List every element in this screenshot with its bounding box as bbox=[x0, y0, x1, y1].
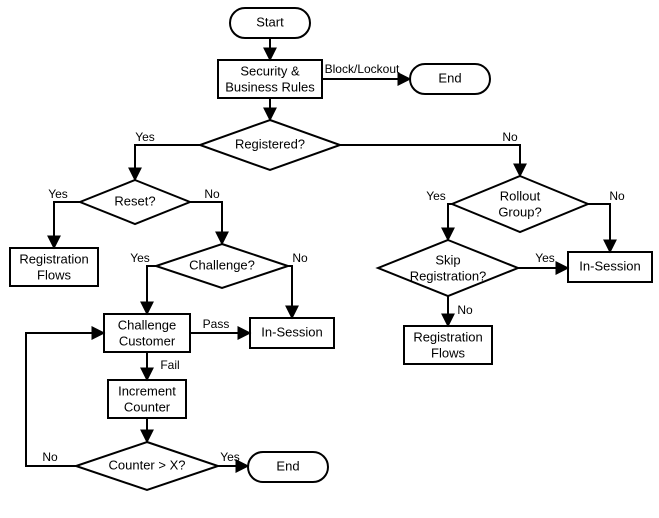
edge-reset-yes bbox=[54, 202, 80, 248]
edge-reg-yes bbox=[135, 145, 200, 180]
reset-label: Reset? bbox=[114, 193, 155, 208]
edge-roll-no bbox=[588, 204, 610, 252]
edge-reset-yes-label: Yes bbox=[48, 187, 68, 201]
rules-label-2: Business Rules bbox=[225, 79, 315, 94]
node-rollout: Rollout Group? bbox=[452, 176, 588, 232]
challenge-cust-l2: Customer bbox=[119, 333, 176, 348]
challenge-cust-l1: Challenge bbox=[118, 317, 177, 332]
challenge-q-label: Challenge? bbox=[189, 257, 255, 272]
node-end-lockout: End bbox=[410, 64, 490, 94]
edge-reg-no-label: No bbox=[502, 130, 518, 144]
edge-chq-no-label: No bbox=[292, 251, 308, 265]
edge-roll-yes-label: Yes bbox=[426, 189, 446, 203]
skip-reg-l1: Skip bbox=[435, 252, 460, 267]
node-rules: Security & Business Rules bbox=[218, 60, 322, 98]
node-registered: Registered? bbox=[200, 120, 340, 170]
start-label: Start bbox=[256, 14, 284, 29]
edge-chq-yes-label: Yes bbox=[130, 251, 150, 265]
regflows-right-l1: Registration bbox=[413, 329, 482, 344]
node-insession-left: In-Session bbox=[250, 318, 334, 348]
rollout-l2: Group? bbox=[498, 204, 541, 219]
edge-reg-yes-label: Yes bbox=[135, 130, 155, 144]
edge-chq-no bbox=[288, 266, 292, 318]
end-counter-label: End bbox=[276, 458, 299, 473]
edge-chq-yes bbox=[147, 266, 156, 314]
edge-reset-no-label: No bbox=[204, 187, 220, 201]
edge-cc-fail-label: Fail bbox=[160, 358, 179, 372]
node-insession-right: In-Session bbox=[568, 252, 652, 282]
node-inc-counter: Increment Counter bbox=[108, 380, 186, 418]
inc-counter-l1: Increment bbox=[118, 383, 176, 398]
skip-reg-l2: Registration? bbox=[410, 268, 487, 283]
node-counter-x: Counter > X? bbox=[76, 442, 218, 490]
counter-x-label: Counter > X? bbox=[109, 457, 186, 472]
edge-roll-yes bbox=[448, 204, 452, 240]
regflows-right-l2: Flows bbox=[431, 345, 465, 360]
edge-skip-no-label: No bbox=[457, 303, 473, 317]
node-regflows-right: Registration Flows bbox=[404, 326, 492, 364]
rollout-l1: Rollout bbox=[500, 188, 541, 203]
node-start: Start bbox=[230, 8, 310, 38]
edge-rules-end-label: Block/Lockout bbox=[325, 62, 400, 76]
node-reset: Reset? bbox=[80, 180, 190, 224]
flowchart: Start Security & Business Rules End Regi… bbox=[0, 0, 659, 518]
node-regflows-left: Registration Flows bbox=[10, 248, 98, 286]
node-skip-reg: Skip Registration? bbox=[378, 240, 518, 296]
node-end-counter: End bbox=[248, 452, 328, 482]
inc-counter-l2: Counter bbox=[124, 399, 171, 414]
edge-ctr-no bbox=[26, 333, 104, 466]
insession-right-label: In-Session bbox=[579, 258, 640, 273]
edge-skip-yes-label: Yes bbox=[535, 251, 555, 265]
node-challenge-q: Challenge? bbox=[156, 244, 288, 288]
registered-label: Registered? bbox=[235, 136, 305, 151]
edge-ctr-no-label: No bbox=[42, 450, 58, 464]
edge-ctr-yes-label: Yes bbox=[220, 450, 240, 464]
regflows-left-l2: Flows bbox=[37, 267, 71, 282]
node-challenge-cust: Challenge Customer bbox=[104, 314, 190, 352]
edge-reset-no bbox=[190, 202, 222, 244]
regflows-left-l1: Registration bbox=[19, 251, 88, 266]
insession-left-label: In-Session bbox=[261, 324, 322, 339]
rules-label-1: Security & bbox=[240, 63, 300, 78]
edge-reg-no bbox=[340, 145, 520, 176]
edge-cc-pass-label: Pass bbox=[203, 317, 230, 331]
edge-roll-no-label: No bbox=[609, 189, 625, 203]
end-lockout-label: End bbox=[438, 70, 461, 85]
